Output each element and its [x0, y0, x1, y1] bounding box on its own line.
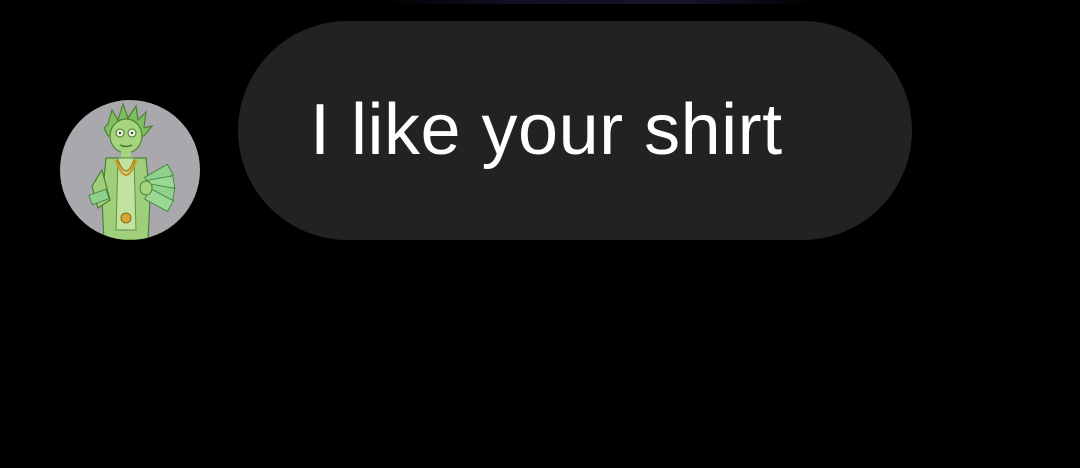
message-text: I like your shirt: [310, 89, 783, 170]
chat-thread: I like your shirt: [0, 0, 1080, 468]
incoming-message-row: I like your shirt: [0, 0, 1080, 468]
sender-avatar[interactable]: [60, 100, 200, 240]
message-bubble[interactable]: I like your shirt: [238, 21, 912, 240]
rick-character-avatar-icon: [88, 102, 176, 240]
